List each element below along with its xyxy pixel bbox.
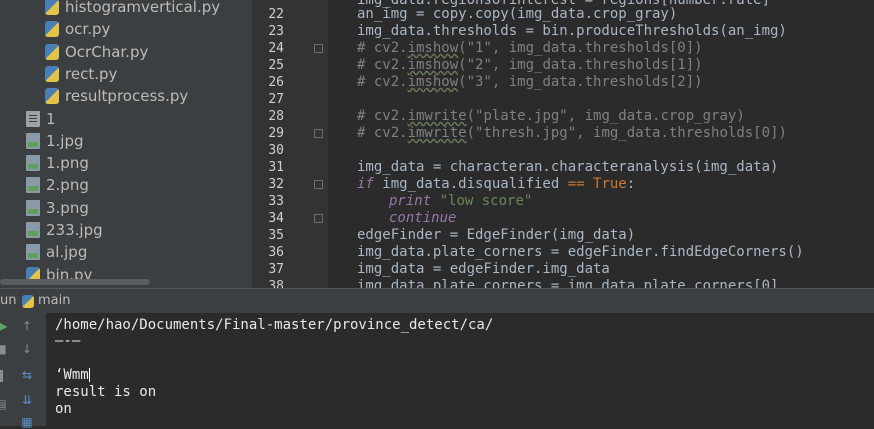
tree-item-label: rect.py	[65, 64, 118, 83]
line-number: 37	[268, 262, 284, 277]
line-number: 26	[268, 75, 284, 90]
python-file-icon	[45, 88, 59, 105]
console-line-input[interactable]: ‘Wmm	[55, 366, 90, 384]
tree-item[interactable]: rect.py	[45, 63, 117, 85]
image-file-icon	[26, 244, 40, 261]
python-file-icon	[45, 0, 59, 15]
line-number: 33	[268, 194, 284, 209]
line-number: 31	[268, 160, 284, 175]
up-arrow-icon[interactable]: ↑	[20, 319, 34, 333]
image-file-icon	[26, 155, 40, 172]
project-tree: histogramvertical.py ocr.py OcrChar.py rect…	[0, 0, 252, 288]
code-line-23: img_data.thresholds = bin.produceThresho…	[357, 23, 787, 39]
line-number: 23	[268, 24, 284, 39]
tree-item-label: 1.png	[46, 154, 89, 173]
tree-item-label: 233.jpg	[46, 221, 103, 239]
console-line: on	[55, 401, 72, 417]
code-line-24: # cv2.imshow("1", img_data.thresholds[0]…	[357, 40, 703, 56]
code-line-33: print "low score"	[389, 193, 533, 209]
tree-item-label: 3.png	[46, 198, 89, 217]
tree-item-label: 2.png	[46, 176, 89, 195]
code-line-31: img_data = characteran.characteranalysis…	[357, 159, 779, 175]
tree-item[interactable]: 3.png	[26, 197, 89, 219]
line-number: 36	[268, 245, 284, 260]
layout-icon[interactable]: ▤	[0, 397, 8, 411]
python-file-icon	[45, 65, 59, 82]
tree-item-label: OcrChar.py	[65, 42, 149, 61]
code-line-32: if img_data.disqualified == True:	[357, 176, 636, 192]
line-number: 27	[268, 92, 284, 107]
code-line-37: img_data = edgeFinder.img_data	[357, 261, 610, 277]
tree-item[interactable]: 1.png	[26, 152, 89, 174]
print-icon[interactable]: ▦	[20, 415, 34, 429]
console-line: /home/hao/Documents/Final-master/provinc…	[55, 317, 494, 333]
fold-marker-icon[interactable]	[314, 214, 323, 223]
tree-item[interactable]: 2.png	[26, 174, 89, 196]
tree-item[interactable]: histogramvertical.py	[45, 0, 220, 18]
run-title: un	[0, 293, 17, 308]
fold-marker-icon[interactable]	[314, 180, 323, 189]
run-toolwindow-header: un main	[0, 288, 874, 313]
fold-marker-icon[interactable]	[314, 44, 323, 53]
run-tab-main[interactable]: main	[22, 289, 70, 313]
image-file-icon	[26, 132, 40, 149]
line-number: 30	[268, 143, 284, 158]
python-icon	[22, 294, 34, 308]
console-line: —-—	[55, 333, 81, 349]
tree-item-label: 1.jpg	[46, 131, 84, 150]
line-number: 25	[268, 58, 284, 73]
line-number: 22	[268, 7, 284, 22]
tree-item-label: histogramvertical.py	[65, 0, 221, 16]
code-line-29: # cv2.imwrite("thresh.jpg", img_data.thr…	[357, 125, 787, 141]
tree-item[interactable]: 1	[26, 108, 56, 130]
code-line-25: # cv2.imshow("2", img_data.thresholds[1]…	[357, 57, 703, 73]
line-number: 29	[268, 126, 284, 141]
tree-item-label: 1	[46, 109, 56, 128]
line-number: 24	[268, 41, 284, 56]
tree-item[interactable]: al.jpg	[26, 241, 87, 263]
soft-wrap-icon[interactable]: ⇆	[20, 368, 34, 382]
tree-item-label: resultprocess.py	[65, 87, 189, 106]
tree-item[interactable]: ocr.py	[45, 18, 110, 40]
python-file-icon	[45, 43, 59, 60]
tree-item[interactable]: resultprocess.py	[45, 85, 188, 107]
run-tab-label: main	[38, 293, 71, 308]
code-line-35: edgeFinder = EdgeFinder(img_data)	[357, 227, 636, 243]
line-number: 35	[268, 228, 284, 243]
code-line-36: img_data.plate_corners = edgeFinder.find…	[357, 244, 804, 260]
text-file-icon	[26, 110, 40, 127]
image-file-icon	[26, 199, 40, 216]
line-number: 34	[268, 211, 284, 226]
tree-item[interactable]: OcrChar.py	[45, 41, 148, 63]
tree-item-label: ocr.py	[65, 20, 111, 39]
down-arrow-icon[interactable]: ↓	[20, 342, 34, 356]
tree-item[interactable]: 233.jpg	[26, 219, 103, 241]
line-number: 32	[268, 177, 284, 192]
python-file-icon	[45, 21, 59, 38]
pause-icon[interactable]: ❚	[0, 368, 8, 382]
stop-icon[interactable]: ■	[0, 342, 8, 356]
tree-item-label: al.jpg	[46, 243, 88, 262]
scroll-to-end-icon[interactable]: ⇊	[20, 393, 34, 407]
tree-horizontal-scrollbar[interactable]	[0, 279, 150, 285]
console-line: result is on	[55, 384, 157, 400]
rerun-icon[interactable]: ▶	[0, 319, 10, 333]
tree-item[interactable]: 1.jpg	[26, 130, 84, 152]
fold-marker-icon[interactable]	[314, 129, 323, 138]
line-number: 28	[268, 109, 284, 124]
code-line-26: # cv2.imshow("3", img_data.thresholds[2]…	[357, 74, 703, 90]
image-file-icon	[26, 177, 40, 194]
image-file-icon	[26, 222, 40, 238]
run-toolbar: ▶ ↑ ■ ↓ ⇆ ❚ ⇊ ▤ ▦	[0, 313, 46, 429]
code-line-22: an_img = copy.copy(img_data.crop_gray)	[357, 6, 678, 22]
code-line-28: # cv2.imwrite("plate.jpg", img_data.crop…	[357, 108, 745, 124]
text-caret	[88, 368, 90, 382]
code-line-34: continue	[389, 210, 457, 226]
